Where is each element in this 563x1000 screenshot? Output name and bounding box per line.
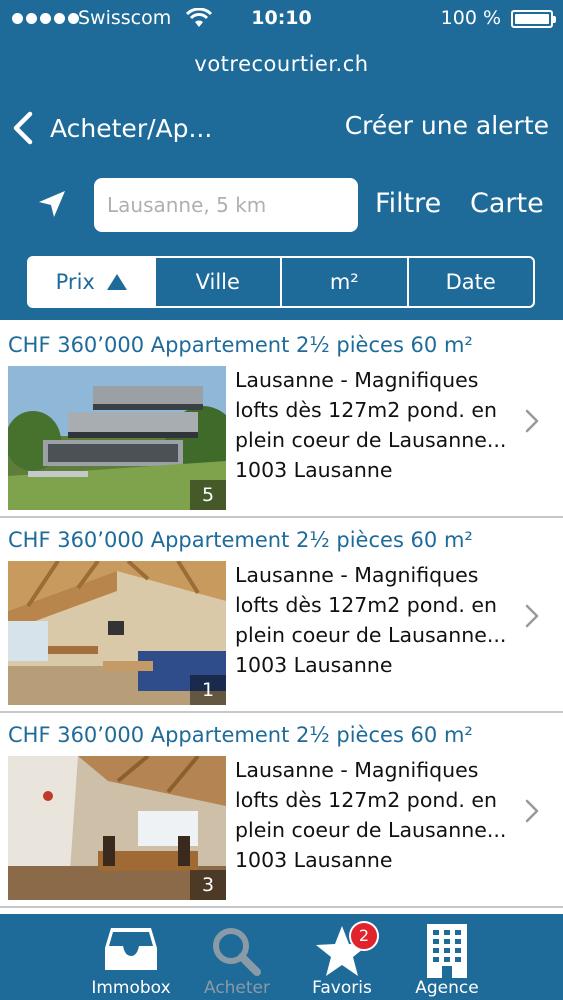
listing-title: CHF 360’000 Appartement 2½ pièces 60 m² (8, 528, 473, 552)
tab-acheter[interactable]: Acheter (187, 914, 287, 1000)
listing-location: 1003 Lausanne (235, 848, 393, 872)
tab-label: Immobox (91, 978, 171, 998)
sort-segmented-control: Prix Ville m² Date (27, 256, 535, 308)
listing-title: CHF 360’000 Appartement 2½ pièces 60 m² (8, 723, 473, 747)
description-line: plein coeur de Lausanne... (235, 818, 507, 842)
sort-tab-label: Prix (55, 270, 95, 294)
listing-location: 1003 Lausanne (235, 653, 393, 677)
tab-label: Agence (415, 978, 479, 998)
sort-tab-price[interactable]: Prix (29, 258, 154, 306)
search-row: Filtre Carte (0, 178, 563, 232)
listing-item[interactable]: CHF 360’000 Appartement 2½ pièces 60 m² … (0, 322, 563, 518)
listing-description: Lausanne - Magnifiques lofts dès 127m2 p… (235, 560, 525, 680)
photo-count-badge: 1 (190, 675, 226, 705)
back-button-label: Acheter/Ap... (50, 113, 213, 143)
create-alert-button[interactable]: Créer une alerte (345, 111, 549, 140)
chevron-right-icon (525, 604, 539, 628)
description-line: Lausanne - Magnifiques (235, 758, 479, 782)
inbox-icon (105, 928, 157, 970)
tab-label: Favoris (312, 978, 372, 998)
listing-item[interactable]: CHF 360’000 Appartement 2½ pièces 60 m² … (0, 517, 563, 713)
listing-title: CHF 360’000 Appartement 2½ pièces 60 m² (8, 333, 473, 357)
battery-icon (511, 10, 556, 28)
listing-photo[interactable]: 1 (8, 561, 226, 705)
search-icon (213, 928, 261, 976)
sort-tab-date[interactable]: Date (406, 258, 534, 306)
tab-favoris[interactable]: 2 Favoris (292, 914, 392, 1000)
description-line: lofts dès 127m2 pond. en (235, 593, 498, 617)
sort-tab-area[interactable]: m² (280, 258, 407, 306)
status-bar: Swisscom 10:10 100 % (0, 0, 563, 38)
tab-label: Acheter (203, 978, 271, 998)
description-line: Lausanne - Magnifiques (235, 563, 479, 587)
listing-photo[interactable]: 3 (8, 756, 226, 900)
description-line: lofts dès 127m2 pond. en (235, 398, 498, 422)
map-button[interactable]: Carte (470, 188, 544, 219)
description-line: Lausanne - Magnifiques (235, 368, 479, 392)
description-line: plein coeur de Lausanne... (235, 428, 507, 452)
tab-immobox[interactable]: Immobox (81, 914, 181, 1000)
listing-description: Lausanne - Magnifiques lofts dès 127m2 p… (235, 755, 525, 875)
site-title: votrecourtier.ch (194, 52, 369, 76)
sort-tab-label: Date (445, 270, 496, 294)
location-arrow-icon[interactable] (36, 188, 68, 220)
navigation-bar: Acheter/Ap... Créer une alerte (0, 108, 563, 152)
listing-photo[interactable]: 5 (8, 366, 226, 510)
sort-ascending-icon (106, 274, 127, 290)
search-input[interactable] (94, 178, 358, 232)
description-line: plein coeur de Lausanne... (235, 623, 507, 647)
listing-description: Lausanne - Magnifiques lofts dès 127m2 p… (235, 365, 525, 485)
chevron-right-icon (525, 409, 539, 433)
filter-button[interactable]: Filtre (375, 188, 441, 219)
tab-agence[interactable]: Agence (397, 914, 497, 1000)
photo-count-badge: 3 (190, 870, 226, 900)
sort-tab-label: m² (329, 270, 359, 294)
description-line: lofts dès 127m2 pond. en (235, 788, 498, 812)
chevron-right-icon (525, 799, 539, 823)
battery-percentage: 100 % (440, 7, 501, 29)
chevron-left-icon (13, 111, 33, 145)
favorites-count-badge: 2 (349, 921, 379, 951)
sort-tab-label: Ville (195, 270, 240, 294)
header: Swisscom 10:10 100 % votrecourtier.ch Ac… (0, 0, 563, 320)
listing-location: 1003 Lausanne (235, 458, 393, 482)
sort-tab-city[interactable]: Ville (153, 258, 281, 306)
building-icon (427, 924, 467, 978)
tab-bar: Immobox Acheter 2 Favoris Agence (0, 914, 563, 1000)
listing-item[interactable]: CHF 360’000 Appartement 2½ pièces 60 m² … (0, 712, 563, 908)
back-button[interactable]: Acheter/Ap... (10, 108, 212, 148)
photo-count-badge: 5 (190, 480, 226, 510)
